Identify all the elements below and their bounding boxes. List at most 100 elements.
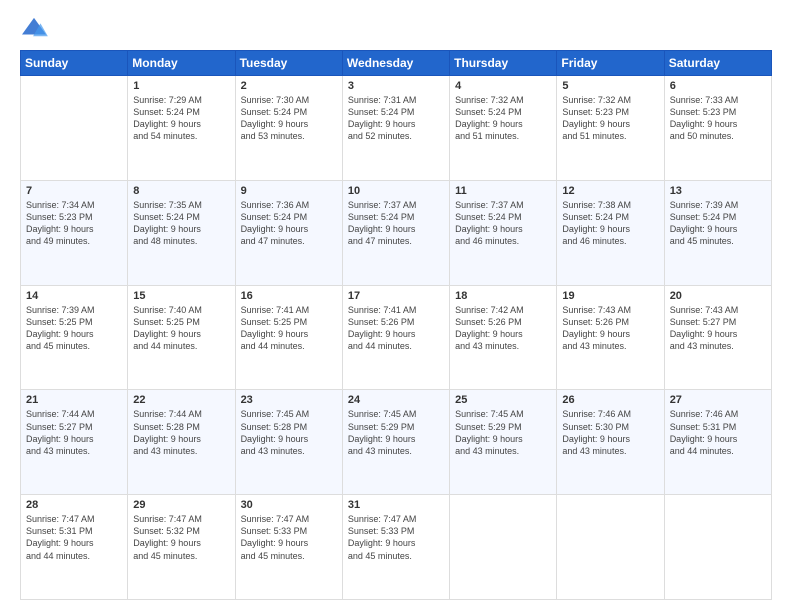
day-number: 13	[670, 185, 766, 197]
calendar-table: SundayMondayTuesdayWednesdayThursdayFrid…	[20, 50, 772, 600]
calendar-cell: 29 Sunrise: 7:47 AM Sunset: 5:32 PM Dayli…	[128, 495, 235, 600]
day-info: Sunrise: 7:45 AM Sunset: 5:29 PM Dayligh…	[348, 408, 444, 457]
calendar-cell: 21 Sunrise: 7:44 AM Sunset: 5:27 PM Dayli…	[21, 390, 128, 495]
day-number: 27	[670, 394, 766, 406]
day-info: Sunrise: 7:35 AM Sunset: 5:24 PM Dayligh…	[133, 199, 229, 248]
day-info: Sunrise: 7:47 AM Sunset: 5:32 PM Dayligh…	[133, 513, 229, 562]
calendar-cell: 28 Sunrise: 7:47 AM Sunset: 5:31 PM Dayli…	[21, 495, 128, 600]
calendar-day-header: Tuesday	[235, 51, 342, 76]
calendar-cell: 23Sunrise: 7:45 AM Sunset: 5:28 PM Dayli…	[235, 390, 342, 495]
logo	[20, 16, 52, 40]
day-number: 24	[348, 394, 444, 406]
day-info: Sunrise: 7:41 AM Sunset: 5:25 PM Dayligh…	[241, 304, 337, 353]
calendar-cell: 17 Sunrise: 7:41 AM Sunset: 5:26 PM Dayli…	[342, 285, 449, 390]
day-info: Sunrise: 7:46 AM Sunset: 5:30 PM Dayligh…	[562, 408, 658, 457]
calendar-cell: 18 Sunrise: 7:42 AM Sunset: 5:26 PM Dayli…	[450, 285, 557, 390]
calendar-day-header: Sunday	[21, 51, 128, 76]
day-number: 5	[562, 80, 658, 92]
day-info: Sunrise: 7:43 AM Sunset: 5:26 PM Dayligh…	[562, 304, 658, 353]
calendar-cell: 27 Sunrise: 7:46 AM Sunset: 5:31 PM Dayli…	[664, 390, 771, 495]
day-number: 19	[562, 290, 658, 302]
day-number: 3	[348, 80, 444, 92]
day-info: Sunrise: 7:41 AM Sunset: 5:26 PM Dayligh…	[348, 304, 444, 353]
calendar-cell: 3Sunrise: 7:31 AM Sunset: 5:24 PM Daylig…	[342, 76, 449, 181]
day-info: Sunrise: 7:37 AM Sunset: 5:24 PM Dayligh…	[348, 199, 444, 248]
calendar-day-header: Friday	[557, 51, 664, 76]
calendar-cell: 9 Sunrise: 7:36 AM Sunset: 5:24 PM Daylig…	[235, 180, 342, 285]
calendar-day-header: Saturday	[664, 51, 771, 76]
calendar-cell	[21, 76, 128, 181]
day-info: Sunrise: 7:39 AM Sunset: 5:25 PM Dayligh…	[26, 304, 122, 353]
day-info: Sunrise: 7:30 AM Sunset: 5:24 PM Dayligh…	[241, 94, 337, 143]
day-info: Sunrise: 7:45 AM Sunset: 5:29 PM Dayligh…	[455, 408, 551, 457]
calendar-cell: 14 Sunrise: 7:39 AM Sunset: 5:25 PM Dayli…	[21, 285, 128, 390]
calendar-cell: 4 Sunrise: 7:32 AM Sunset: 5:24 PM Daylig…	[450, 76, 557, 181]
calendar-cell: 19 Sunrise: 7:43 AM Sunset: 5:26 PM Dayli…	[557, 285, 664, 390]
day-number: 18	[455, 290, 551, 302]
day-number: 23	[241, 394, 337, 406]
calendar-cell: 26Sunrise: 7:46 AM Sunset: 5:30 PM Dayli…	[557, 390, 664, 495]
calendar-cell: 2 Sunrise: 7:30 AM Sunset: 5:24 PM Daylig…	[235, 76, 342, 181]
day-info: Sunrise: 7:32 AM Sunset: 5:24 PM Dayligh…	[455, 94, 551, 143]
day-number: 7	[26, 185, 122, 197]
calendar-day-header: Thursday	[450, 51, 557, 76]
day-number: 25	[455, 394, 551, 406]
day-info: Sunrise: 7:44 AM Sunset: 5:27 PM Dayligh…	[26, 408, 122, 457]
day-number: 1	[133, 80, 229, 92]
calendar-cell: 5Sunrise: 7:32 AM Sunset: 5:23 PM Daylig…	[557, 76, 664, 181]
calendar-cell: 10 Sunrise: 7:37 AM Sunset: 5:24 PM Dayli…	[342, 180, 449, 285]
calendar-cell	[664, 495, 771, 600]
calendar-cell: 8Sunrise: 7:35 AM Sunset: 5:24 PM Daylig…	[128, 180, 235, 285]
day-number: 21	[26, 394, 122, 406]
calendar-week-row: 14 Sunrise: 7:39 AM Sunset: 5:25 PM Dayli…	[21, 285, 772, 390]
day-number: 14	[26, 290, 122, 302]
calendar-week-row: 21 Sunrise: 7:44 AM Sunset: 5:27 PM Dayli…	[21, 390, 772, 495]
day-number: 20	[670, 290, 766, 302]
day-number: 9	[241, 185, 337, 197]
calendar-cell: 13 Sunrise: 7:39 AM Sunset: 5:24 PM Dayli…	[664, 180, 771, 285]
calendar-cell: 7 Sunrise: 7:34 AM Sunset: 5:23 PM Daylig…	[21, 180, 128, 285]
day-info: Sunrise: 7:33 AM Sunset: 5:23 PM Dayligh…	[670, 94, 766, 143]
day-number: 31	[348, 499, 444, 511]
logo-icon	[20, 16, 48, 40]
day-number: 12	[562, 185, 658, 197]
day-number: 4	[455, 80, 551, 92]
day-info: Sunrise: 7:47 AM Sunset: 5:31 PM Dayligh…	[26, 513, 122, 562]
calendar-cell: 25 Sunrise: 7:45 AM Sunset: 5:29 PM Dayli…	[450, 390, 557, 495]
day-info: Sunrise: 7:47 AM Sunset: 5:33 PM Dayligh…	[241, 513, 337, 562]
calendar-week-row: 7 Sunrise: 7:34 AM Sunset: 5:23 PM Daylig…	[21, 180, 772, 285]
calendar-week-row: 28 Sunrise: 7:47 AM Sunset: 5:31 PM Dayli…	[21, 495, 772, 600]
calendar-cell: 24 Sunrise: 7:45 AM Sunset: 5:29 PM Dayli…	[342, 390, 449, 495]
page: SundayMondayTuesdayWednesdayThursdayFrid…	[0, 0, 792, 612]
day-number: 17	[348, 290, 444, 302]
day-number: 30	[241, 499, 337, 511]
calendar-cell	[450, 495, 557, 600]
header	[20, 16, 772, 40]
calendar-cell: 6 Sunrise: 7:33 AM Sunset: 5:23 PM Daylig…	[664, 76, 771, 181]
calendar-day-header: Wednesday	[342, 51, 449, 76]
day-number: 28	[26, 499, 122, 511]
day-info: Sunrise: 7:39 AM Sunset: 5:24 PM Dayligh…	[670, 199, 766, 248]
day-number: 22	[133, 394, 229, 406]
day-number: 10	[348, 185, 444, 197]
calendar-cell: 16 Sunrise: 7:41 AM Sunset: 5:25 PM Dayli…	[235, 285, 342, 390]
day-info: Sunrise: 7:46 AM Sunset: 5:31 PM Dayligh…	[670, 408, 766, 457]
day-info: Sunrise: 7:37 AM Sunset: 5:24 PM Dayligh…	[455, 199, 551, 248]
day-number: 29	[133, 499, 229, 511]
calendar-cell: 22 Sunrise: 7:44 AM Sunset: 5:28 PM Dayli…	[128, 390, 235, 495]
day-number: 16	[241, 290, 337, 302]
day-info: Sunrise: 7:29 AM Sunset: 5:24 PM Dayligh…	[133, 94, 229, 143]
day-info: Sunrise: 7:38 AM Sunset: 5:24 PM Dayligh…	[562, 199, 658, 248]
day-number: 2	[241, 80, 337, 92]
day-info: Sunrise: 7:47 AM Sunset: 5:33 PM Dayligh…	[348, 513, 444, 562]
day-number: 6	[670, 80, 766, 92]
calendar-cell: 12 Sunrise: 7:38 AM Sunset: 5:24 PM Dayli…	[557, 180, 664, 285]
day-info: Sunrise: 7:36 AM Sunset: 5:24 PM Dayligh…	[241, 199, 337, 248]
day-info: Sunrise: 7:34 AM Sunset: 5:23 PM Dayligh…	[26, 199, 122, 248]
calendar-cell: 30 Sunrise: 7:47 AM Sunset: 5:33 PM Dayli…	[235, 495, 342, 600]
calendar-day-header: Monday	[128, 51, 235, 76]
day-info: Sunrise: 7:44 AM Sunset: 5:28 PM Dayligh…	[133, 408, 229, 457]
calendar-cell	[557, 495, 664, 600]
calendar-week-row: 1 Sunrise: 7:29 AM Sunset: 5:24 PM Daylig…	[21, 76, 772, 181]
day-info: Sunrise: 7:42 AM Sunset: 5:26 PM Dayligh…	[455, 304, 551, 353]
